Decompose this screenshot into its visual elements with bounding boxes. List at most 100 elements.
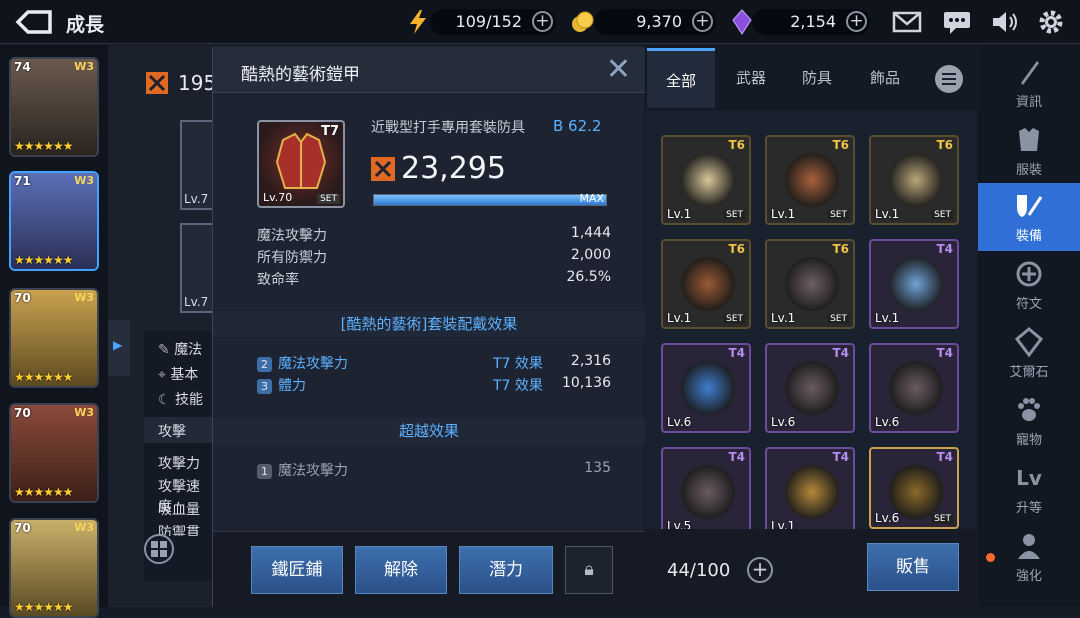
inventory-item[interactable]: T4 Lv.5 — [661, 447, 751, 537]
potential-button[interactable]: 潛力 — [459, 546, 553, 594]
hero-awaken-badge: W3 — [74, 406, 94, 419]
inventory-item[interactable]: T6 Lv.1 SET — [661, 239, 751, 329]
hero-card-selected[interactable]: 71 W3 ★★★★★★ — [9, 171, 99, 271]
inventory-item[interactable]: T6 Lv.1 SET — [661, 135, 751, 225]
hero-awaken-badge: W3 — [74, 521, 94, 534]
progress-fill — [374, 195, 606, 205]
set-effect-label: 魔法攻擊力 — [278, 356, 348, 372]
transcend-level: 1 — [257, 464, 272, 479]
gold-coin-icon — [572, 11, 594, 32]
lock-button[interactable]: 🔒︎ — [565, 546, 613, 594]
item-artwork — [889, 257, 943, 311]
elstone-icon — [1014, 327, 1044, 357]
nav-label: 寵物 — [1015, 433, 1042, 448]
tab-all[interactable]: 全部 — [647, 48, 715, 108]
item-set-badge: SET — [827, 210, 850, 220]
transcend-effect-value: 135 — [584, 460, 611, 476]
nav-levelup[interactable]: Lv 升等 — [978, 455, 1080, 523]
chat-icon[interactable] — [942, 8, 972, 36]
item-artwork — [785, 465, 839, 519]
stamina-counter: 109/152 + — [430, 9, 556, 35]
stamina-plus-button[interactable]: + — [532, 11, 553, 32]
expand-arrow-icon: ▶ — [113, 338, 123, 352]
inventory-item[interactable]: T4 Lv.6 — [661, 343, 751, 433]
inventory-footer: 44/100 + 販售 — [645, 529, 977, 607]
page-title: 成長 — [66, 14, 105, 36]
transcend-effect-row: 1 魔法攻擊力 135 — [257, 460, 611, 480]
nav-equipment[interactable]: 裝備 — [978, 183, 1080, 251]
blacksmith-button[interactable]: 鐵匠鋪 — [251, 546, 343, 594]
nav-pet[interactable]: 寵物 — [978, 387, 1080, 455]
menu-icon[interactable] — [935, 65, 963, 93]
levelup-icon: Lv — [1016, 466, 1042, 490]
close-icon[interactable]: ✕ — [606, 55, 631, 85]
nav-label: 符文 — [1015, 297, 1042, 312]
nav-elstone[interactable]: 艾爾石 — [978, 319, 1080, 387]
item-artwork — [681, 465, 735, 519]
stamina-value: 109/152 — [455, 12, 522, 31]
inventory-item[interactable]: T4 Lv.6 — [869, 343, 959, 433]
item-tier: T4 — [936, 346, 953, 360]
nav-info[interactable]: 資訊 — [978, 49, 1080, 117]
sound-icon[interactable] — [990, 8, 1020, 36]
expand-tab[interactable]: ▶ — [108, 320, 130, 376]
tab-armor[interactable]: 防具 — [783, 48, 851, 108]
hero-card[interactable]: 70 W3 ★★★★★★ — [9, 403, 99, 503]
inventory-capacity: 44/100 — [667, 560, 731, 581]
set-effect-tier: T7 效果 — [493, 378, 543, 394]
settings-gear-icon[interactable] — [1036, 8, 1066, 36]
hero-awaken-badge: W3 — [74, 291, 94, 304]
hero-card[interactable]: 70 W3 ★★★★★★ — [9, 518, 99, 618]
attack-stat-label: 攻擊力 — [158, 456, 200, 472]
nav-label: 強化 — [1015, 569, 1042, 584]
nav-outfit[interactable]: 服裝 — [978, 117, 1080, 185]
swirl-icon: ☾ — [158, 392, 176, 408]
hero-card[interactable]: 74 W3 ★★★★★★ — [9, 57, 99, 157]
item-set-badge: SET — [317, 194, 340, 204]
nav-enhance[interactable]: 強化 — [978, 523, 1080, 591]
stat-row: 所有防禦力 2,000 — [257, 247, 611, 267]
hero-list: 74 W3 ★★★★★★ 71 W3 ★★★★★★ 70 W3 ★★★★★★ 70 W3 ★★★… — [0, 45, 108, 618]
tab-accessory[interactable]: 飾品 — [851, 48, 919, 108]
stat-label: 魔法攻擊力 — [257, 228, 327, 244]
equipment-icon — [1017, 195, 1043, 217]
nav-label: 裝備 — [1015, 229, 1042, 244]
nav-rune[interactable]: 符文 — [978, 251, 1080, 319]
mail-icon[interactable] — [892, 8, 922, 36]
item-artwork — [681, 257, 735, 311]
gold-plus-button[interactable]: + — [692, 11, 713, 32]
stat-tab-label: 基本 — [170, 367, 199, 383]
unequip-button[interactable]: 解除 — [355, 546, 447, 594]
inventory-item[interactable]: T4 Lv.6 — [765, 343, 855, 433]
stat-tab-basic[interactable]: ⌖ 基本 — [158, 364, 198, 384]
inventory-item[interactable]: T4 Lv.6 SET — [869, 447, 959, 529]
item-artwork — [785, 361, 839, 415]
top-bar: 成長 109/152 + 9,370 + 2,154 + — [0, 0, 1080, 44]
tab-weapon[interactable]: 武器 — [717, 48, 785, 108]
wand-icon: ✎ — [158, 342, 175, 358]
stat-tab-skill[interactable]: ☾ 技能 — [158, 389, 203, 409]
lock-icon: 🔒︎ — [584, 559, 594, 580]
expand-inventory-button[interactable]: + — [747, 557, 773, 583]
crosshair-icon: ⌖ — [158, 367, 171, 383]
set-effect-value: 2,316 — [570, 353, 611, 369]
inventory-item[interactable]: T6 Lv.1 SET — [765, 135, 855, 225]
gold-counter: 9,370 + — [594, 9, 716, 35]
item-set-badge: SET — [723, 314, 746, 324]
nav-label: 資訊 — [1015, 95, 1042, 110]
gem-plus-button[interactable]: + — [846, 11, 867, 32]
item-level: Lv.6 — [667, 415, 692, 429]
sell-button[interactable]: 販售 — [867, 543, 959, 591]
inventory-item[interactable]: T4 Lv.1 — [765, 447, 855, 537]
back-arrow-icon[interactable] — [14, 9, 54, 35]
hero-card[interactable]: 70 W3 ★★★★★★ — [9, 288, 99, 388]
combat-power-icon — [146, 72, 168, 94]
inventory-item[interactable]: T6 Lv.1 SET — [869, 135, 959, 225]
modal-footer: 鐵匠鋪 解除 潛力 🔒︎ — [213, 531, 645, 607]
inventory-item[interactable]: T6 Lv.1 SET — [765, 239, 855, 329]
grid-menu-button[interactable] — [144, 534, 174, 564]
item-tier: T4 — [728, 450, 745, 464]
stat-tab-magic[interactable]: ✎ 魔法 — [158, 339, 202, 359]
item-level: Lv.1 — [875, 207, 900, 221]
inventory-item[interactable]: T4 Lv.1 — [869, 239, 959, 329]
